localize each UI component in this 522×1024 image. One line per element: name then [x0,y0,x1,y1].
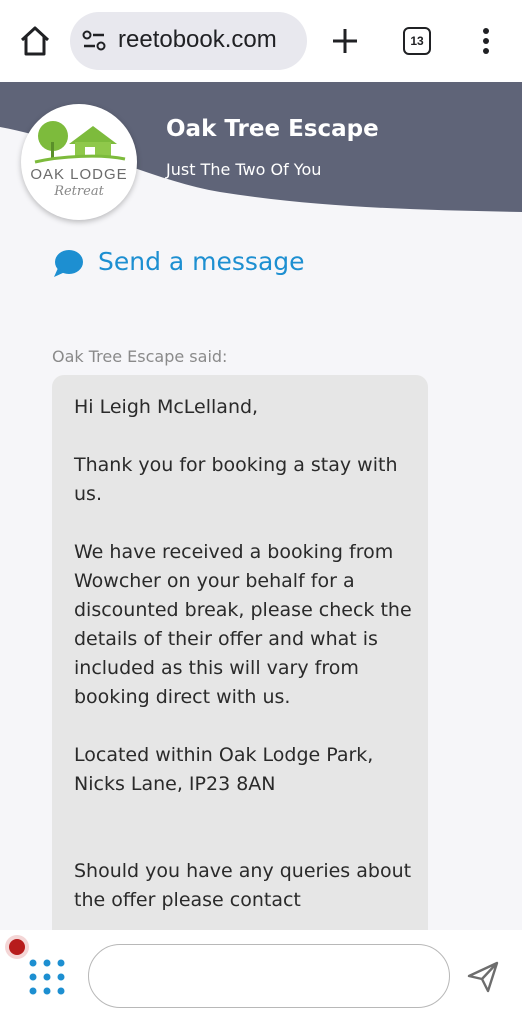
message-paragraph: Located within Oak Lodge Park, Nicks Lan… [74,744,374,795]
chat-bubble-icon [54,250,83,277]
apps-grid-icon[interactable] [28,958,66,996]
logo-graphic-icon [34,121,126,164]
message-bubble: Hi Leigh McLelland, Thank you for bookin… [52,375,428,975]
message-paragraph: Should you have any queries about the of… [74,860,412,911]
send-message-label[interactable]: Send a message [98,247,305,276]
message-paragraph: Thank you for booking a stay with us. [74,454,398,505]
business-tagline: Just The Two Of You [166,160,322,179]
url-text: reetobook.com [118,26,277,53]
message-input[interactable] [88,944,450,1008]
tab-switcher-button[interactable]: 13 [403,27,431,55]
logo-script-text: Retreat [54,184,104,199]
overflow-menu-icon[interactable] [476,26,496,56]
send-icon[interactable] [466,960,500,994]
message-body: Hi Leigh McLelland, Thank you for bookin… [74,393,414,944]
business-logo: OAK LODGE Retreat [21,104,137,220]
recording-indicator-icon [9,939,25,955]
site-settings-icon[interactable] [82,30,106,52]
new-tab-icon[interactable] [330,26,360,56]
message-sender-label: Oak Tree Escape said: [52,347,228,366]
home-icon[interactable] [18,24,52,58]
business-name: Oak Tree Escape [166,116,379,142]
message-greeting: Hi Leigh McLelland, [74,396,259,418]
logo-wordmark: OAK LODGE [30,166,128,183]
message-paragraph: We have received a booking from Wowcher … [74,541,412,708]
browser-toolbar: reetobook.com 13 [0,0,522,82]
address-bar[interactable]: reetobook.com [70,12,307,70]
